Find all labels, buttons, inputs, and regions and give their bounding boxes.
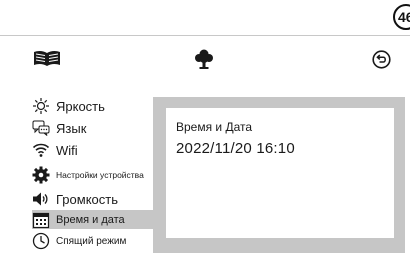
top-divider <box>0 35 410 36</box>
panel-title: Время и Дата <box>176 120 253 134</box>
menu-item-label: Громкость <box>56 191 118 207</box>
menu-item-label: Яркость <box>56 98 105 114</box>
menu-item-label: Спящий режим <box>56 235 127 247</box>
page-number: 46 <box>393 4 410 30</box>
menu-item-volume[interactable]: Громкость <box>32 189 154 209</box>
menu-item-date-time[interactable]: Время и дата <box>32 210 154 229</box>
menu-item-device-settings[interactable]: Настройки устройства <box>32 162 154 188</box>
menu-item-label: Язык <box>56 120 87 136</box>
tree-icon[interactable] <box>193 48 215 70</box>
date-time-value[interactable]: 2022/11/20 16:10 <box>176 140 394 157</box>
menu-item-label: Настройки устройства <box>56 170 144 180</box>
gear-icon <box>32 166 50 184</box>
calendar-icon <box>32 212 50 228</box>
date-time-card[interactable]: Время и Дата 2022/11/20 16:10 <box>166 108 394 238</box>
sleep-icon <box>32 232 50 250</box>
speaker-icon <box>33 192 48 206</box>
language-icon <box>32 120 50 136</box>
date-time-panel: Время и Дата 2022/11/20 16:10 <box>153 97 405 253</box>
menu-item-sleep-mode[interactable]: Спящий режим <box>32 232 154 250</box>
book-icon[interactable] <box>32 49 62 67</box>
menu-item-label: Время и дата <box>56 213 125 226</box>
menu-item-label: Wifi <box>56 142 78 158</box>
back-arrow-icon[interactable] <box>372 50 391 69</box>
menu-item-wifi[interactable]: Wifi <box>32 140 154 160</box>
menu-item-language[interactable]: Язык <box>32 118 154 138</box>
wifi-icon <box>32 143 50 157</box>
brightness-icon <box>33 98 49 114</box>
menu-item-brightness[interactable]: Яркость <box>32 96 154 116</box>
